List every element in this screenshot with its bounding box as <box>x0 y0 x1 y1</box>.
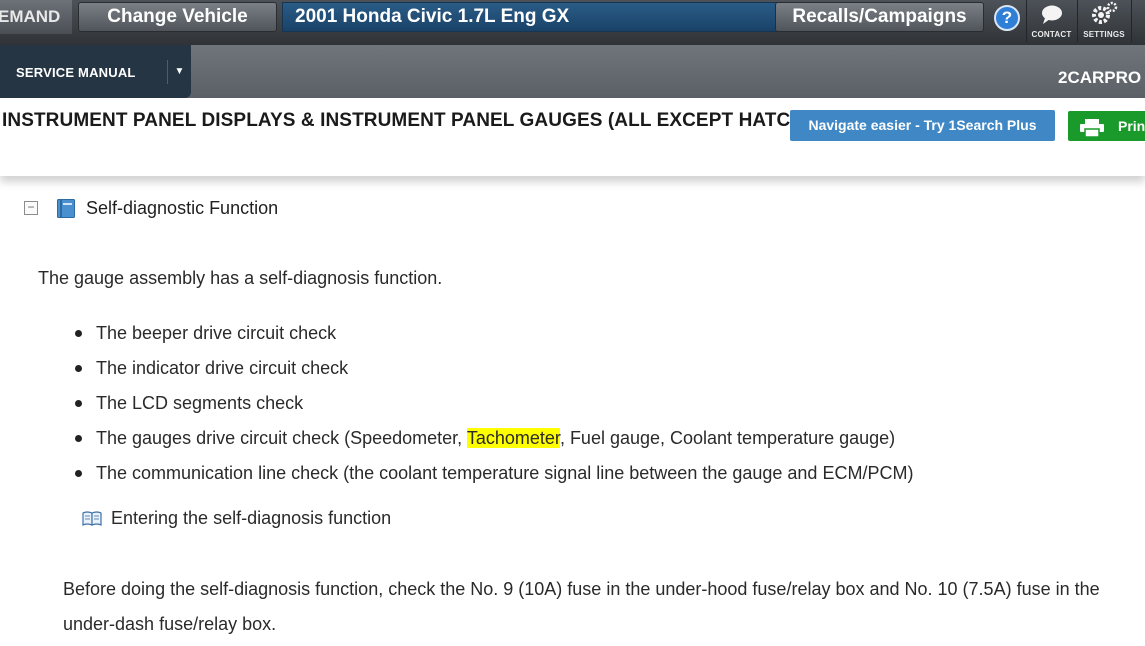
chat-bubble-icon <box>1027 0 1076 33</box>
page-title: INSTRUMENT PANEL DISPLAYS & INSTRUMENT P… <box>2 110 817 131</box>
bullet-dot <box>75 365 82 372</box>
contact-label: CONTACT <box>1031 30 1072 39</box>
list-item: The indicator drive circuit check <box>75 357 913 392</box>
list-item: The gauges drive circuit check (Speedome… <box>75 427 913 462</box>
list-item-text: The communication line check (the coolan… <box>96 463 914 483</box>
list-item-text: The beeper drive circuit check <box>96 323 337 343</box>
list-item-text: , Fuel gauge, Coolant temperature gauge) <box>559 428 896 448</box>
print-label: Prin <box>1118 118 1145 134</box>
service-manual-menu[interactable]: SERVICE MANUAL ▼ <box>0 45 191 98</box>
settings-label: SETTINGS <box>1083 30 1125 39</box>
open-book-icon <box>82 511 102 526</box>
top-toolbar: EMAND Change Vehicle 2001 Honda Civic 1.… <box>0 0 1145 45</box>
printer-icon <box>1080 117 1104 138</box>
service-manual-label: SERVICE MANUAL <box>16 65 136 80</box>
sub-header: SERVICE MANUAL ▼ 2CARPRO <box>0 45 1145 98</box>
brand-logo: EMAND <box>0 0 72 34</box>
check-list: The beeper drive circuit check The indic… <box>75 322 913 497</box>
brand-fragment-text: EMAND <box>0 7 61 26</box>
list-item-text: The indicator drive circuit check <box>96 358 349 378</box>
chevron-down-icon[interactable]: ▼ <box>167 60 191 84</box>
try-1search-plus-button[interactable]: Navigate easier - Try 1Search Plus <box>790 110 1055 141</box>
list-item: The communication line check (the coolan… <box>75 462 913 497</box>
change-vehicle-button[interactable]: Change Vehicle <box>78 2 277 32</box>
intro-text: The gauge assembly has a self-diagnosis … <box>38 268 443 288</box>
list-item: The beeper drive circuit check <box>75 322 913 357</box>
print-button[interactable]: Prin <box>1068 111 1145 141</box>
list-item-text: The gauges drive circuit check (Speedome… <box>96 428 467 448</box>
settings-button[interactable]: SETTINGS <box>1077 0 1130 42</box>
book-icon <box>57 199 75 218</box>
list-item: The LCD segments check <box>75 392 913 427</box>
subsection-link-text: Entering the self-diagnosis function <box>111 508 392 528</box>
document-header: INSTRUMENT PANEL DISPLAYS & INSTRUMENT P… <box>0 98 1145 176</box>
help-button[interactable]: ? <box>994 5 1020 31</box>
contact-button[interactable]: CONTACT <box>1026 0 1076 42</box>
bullet-dot <box>75 470 82 477</box>
list-item-text: The LCD segments check <box>96 393 304 413</box>
vehicle-display: 2001 Honda Civic 1.7L Eng GX <box>282 2 778 32</box>
bullet-dot <box>75 330 82 337</box>
collapse-icon[interactable]: − <box>24 201 38 215</box>
bullet-dot <box>75 400 82 407</box>
instruction-paragraph: Before doing the self-diagnosis function… <box>63 579 1100 634</box>
bullet-dot <box>75 435 82 442</box>
more-button[interactable] <box>1131 0 1145 42</box>
section-title: Self-diagnostic Function <box>86 198 279 218</box>
recalls-campaigns-button[interactable]: Recalls/Campaigns <box>775 2 984 32</box>
gears-icon <box>1078 0 1130 34</box>
document-body: − Self-diagnostic Function The gauge ass… <box>0 176 1145 646</box>
search-highlight: Tachometer <box>466 428 560 448</box>
